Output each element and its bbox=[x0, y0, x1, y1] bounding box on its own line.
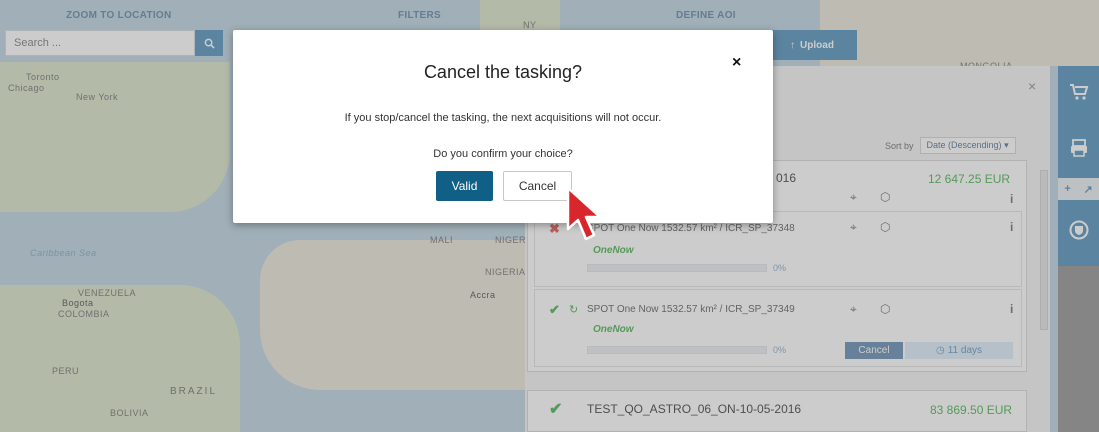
dialog-confirm-question: Do you confirm your choice? bbox=[433, 148, 573, 160]
valid-button[interactable]: Valid bbox=[436, 171, 493, 201]
mouse-pointer-icon bbox=[566, 186, 602, 241]
close-icon[interactable]: × bbox=[732, 54, 741, 72]
dialog-title: Cancel the tasking? bbox=[423, 62, 583, 82]
dialog-message: If you stop/cancel the tasking, the next… bbox=[344, 112, 662, 124]
cancel-tasking-dialog: Cancel the tasking? × If you stop/cancel… bbox=[233, 30, 773, 223]
cancel-label: Cancel bbox=[518, 179, 557, 193]
valid-label: Valid bbox=[451, 179, 478, 193]
cancel-button[interactable]: Cancel bbox=[503, 171, 572, 201]
